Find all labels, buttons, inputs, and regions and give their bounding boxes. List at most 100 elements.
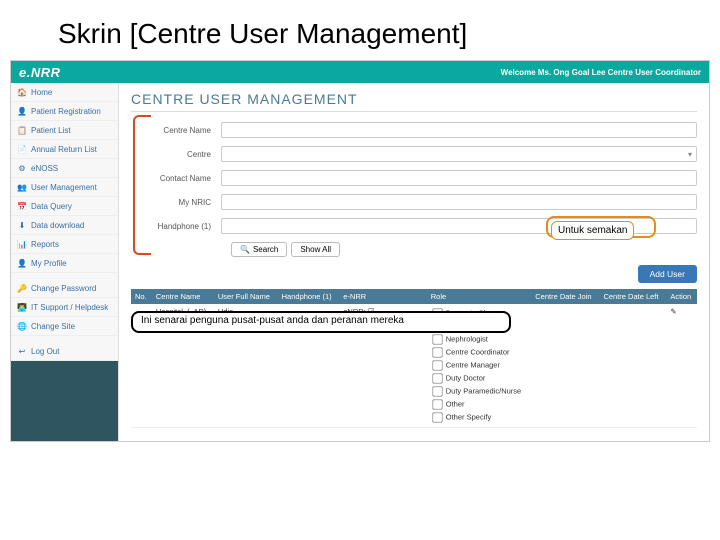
sidebar-icon: 📋 [17, 125, 27, 135]
sidebar-icon: 🌐 [17, 321, 27, 331]
cell-left [599, 304, 666, 428]
sidebar-item-4[interactable]: ⚙ eNOSS [11, 159, 118, 178]
role-checkbox-row: Panel Doctor [431, 320, 527, 333]
centre-select[interactable]: ▾ [221, 146, 697, 162]
table-header: Centre Name [152, 289, 214, 304]
role-checkbox-row: Doctor In Charge [431, 307, 527, 320]
centre-name-input[interactable] [221, 122, 697, 138]
role-label: Panel Doctor [446, 321, 489, 330]
sidebar-item-9[interactable]: 👤 My Profile [11, 254, 118, 273]
sidebar-item-0[interactable]: 🏠 Home [11, 83, 118, 102]
sidebar-item-label: Change Site [31, 322, 75, 331]
role-label: Duty Doctor [446, 373, 486, 382]
show-all-label: Show All [300, 245, 331, 254]
role-checkbox[interactable] [432, 373, 442, 383]
role-checkbox-row: Centre Coordinator [431, 346, 527, 359]
role-label: Nephrologist [446, 334, 488, 343]
sidebar-item-label: IT Support / Helpdesk [31, 303, 108, 312]
role-checkbox[interactable] [432, 334, 442, 344]
sidebar-item-label: User Management [31, 183, 97, 192]
sidebar-icon: 🔑 [17, 283, 27, 293]
sidebar-icon: 📅 [17, 201, 27, 211]
sidebar-item-6[interactable]: 📅 Data Query [11, 197, 118, 216]
sidebar-item-1[interactable]: 👤 Patient Registration [11, 102, 118, 121]
role-checkbox[interactable] [432, 399, 442, 409]
sidebar-item-label: Reports [31, 240, 59, 249]
role-checkbox-row: Other Specify [431, 411, 527, 424]
table-header: Handphone (1) [278, 289, 340, 304]
annotation-senarai: Ini senarai penguna pusat-pusat anda dan… [137, 313, 408, 328]
sidebar-item-10[interactable]: 🔑 Change Password [11, 279, 118, 298]
sidebar-item-label: eNOSS [31, 164, 58, 173]
sidebar-item-label: Patient List [31, 126, 71, 135]
cell-action[interactable]: ✎ [666, 304, 697, 428]
search-button[interactable]: 🔍 Search [231, 242, 287, 257]
role-checkbox-row: Duty Doctor [431, 372, 527, 385]
sidebar-item-label: My Profile [31, 259, 67, 268]
search-button-label: Search [253, 245, 278, 254]
sidebar-item-7[interactable]: ⬇ Data download [11, 216, 118, 235]
users-table: No.Centre NameUser Full NameHandphone (1… [131, 289, 697, 428]
sidebar-icon: 📄 [17, 144, 27, 154]
sidebar-icon: 👤 [17, 106, 27, 116]
role-label: Centre Coordinator [446, 347, 510, 356]
sidebar-item-label: Home [31, 88, 52, 97]
table-header: Role [427, 289, 531, 304]
table-header: e-NRR [339, 289, 427, 304]
logo-main: NRR [31, 65, 61, 80]
table-header: Centre Date Join [531, 289, 599, 304]
sidebar-item-13[interactable]: ↩ Log Out [11, 342, 118, 361]
sidebar-item-label: Data Query [31, 202, 72, 211]
logo-prefix: e. [19, 65, 31, 80]
sidebar-icon: 👨‍💻 [17, 302, 27, 312]
role-checkbox-row: Centre Manager [431, 359, 527, 372]
welcome-text: Welcome Ms. Ong Goal Lee Centre User Coo… [501, 68, 701, 77]
role-checkbox[interactable] [432, 360, 442, 370]
table-header: Centre Date Left [599, 289, 666, 304]
sidebar-item-3[interactable]: 📄Annual Return List [11, 140, 118, 159]
sidebar-icon: ⚙ [17, 163, 27, 173]
sidebar-item-2[interactable]: 📋 Patient List [11, 121, 118, 140]
sidebar-item-8[interactable]: 📊 Reports [11, 235, 118, 254]
role-checkbox-row: Nephrologist [431, 333, 527, 346]
slide-title: Skrin [Centre User Management] [0, 0, 720, 60]
add-user-button[interactable]: Add User [638, 265, 697, 283]
nric-input[interactable] [221, 194, 697, 210]
sidebar-icon: ↩ [17, 346, 27, 356]
cell-join [531, 304, 599, 428]
sidebar-icon: 📊 [17, 239, 27, 249]
page-title: CENTRE USER MANAGEMENT [131, 91, 697, 112]
content-area: CENTRE USER MANAGEMENT Centre Name Centr… [119, 83, 709, 441]
app-logo: e.NRR [19, 65, 61, 80]
sidebar-icon: ⬇ [17, 220, 27, 230]
contact-name-input[interactable] [221, 170, 697, 186]
role-label: Other Specify [446, 412, 491, 421]
sidebar-item-label: Change Password [31, 284, 96, 293]
role-checkbox-row: Other [431, 398, 527, 411]
role-checkbox-row: Duty Paramedic/Nurse [431, 385, 527, 398]
sidebar-item-11[interactable]: 👨‍💻 IT Support / Helpdesk [11, 298, 118, 317]
role-checkbox[interactable] [432, 386, 442, 396]
show-all-button[interactable]: Show All [291, 242, 340, 257]
sidebar: 🏠 Home 👤 Patient Registration 📋 Patient List 📄… [11, 83, 119, 441]
sidebar-icon: 🏠 [17, 87, 27, 97]
sidebar-item-label: Patient Registration [31, 107, 101, 116]
sidebar-icon: 👤 [17, 258, 27, 268]
annotation-semakan: Untuk semakan [551, 221, 634, 240]
sidebar-item-12[interactable]: 🌐 Change Site [11, 317, 118, 336]
app-window: e.NRR Welcome Ms. Ong Goal Lee Centre Us… [10, 60, 710, 442]
role-checkbox[interactable] [432, 308, 442, 318]
role-checkbox[interactable] [432, 347, 442, 357]
sidebar-item-label: Data download [31, 221, 84, 230]
role-label: Duty Paramedic/Nurse [446, 386, 521, 395]
cell-roles: Doctor In ChargePanel Doctor Nephrologist… [427, 304, 531, 428]
role-checkbox[interactable] [432, 321, 442, 331]
role-label: Other [446, 399, 465, 408]
search-icon: 🔍 [240, 245, 250, 254]
table-header: Action [666, 289, 697, 304]
role-checkbox[interactable] [432, 412, 442, 422]
sidebar-item-5[interactable]: 👥User Management [11, 178, 118, 197]
sidebar-footer [11, 361, 118, 441]
sidebar-item-label: Log Out [31, 347, 59, 356]
table-header: User Full Name [214, 289, 278, 304]
